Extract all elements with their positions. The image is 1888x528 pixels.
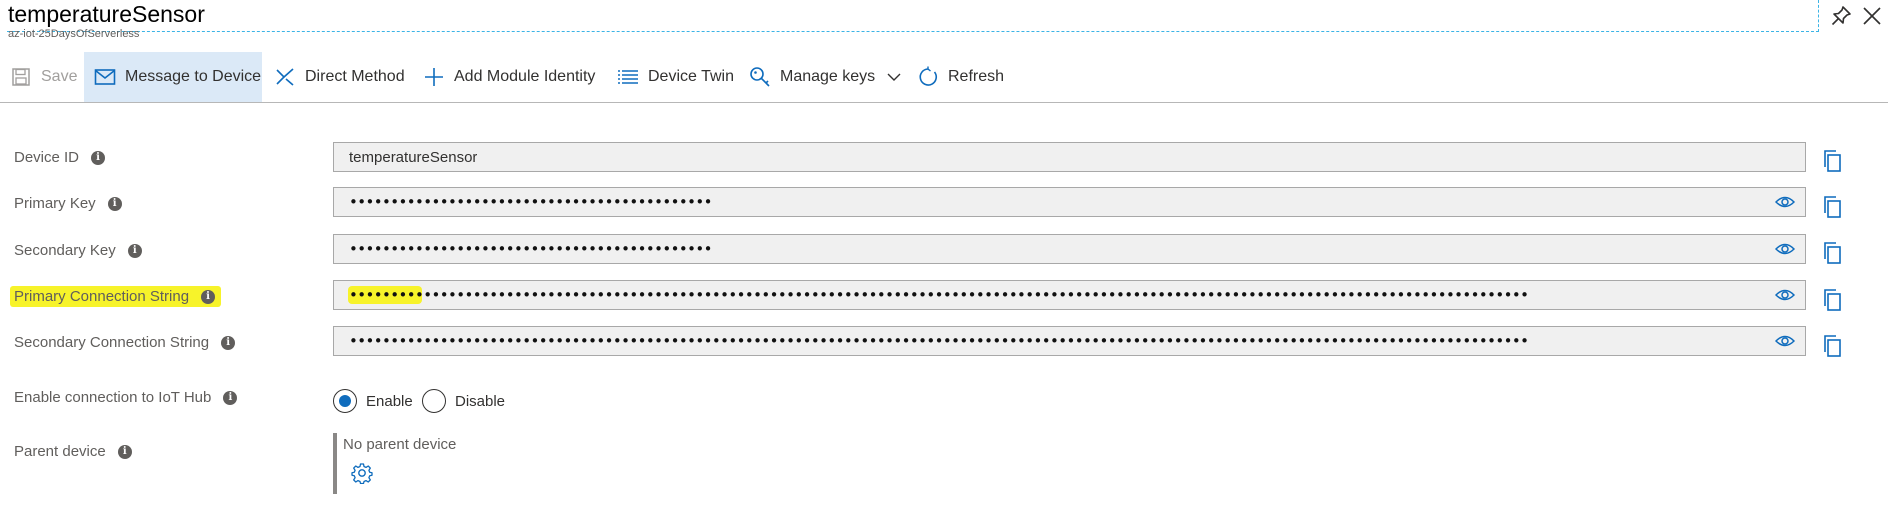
save-icon [10,66,32,88]
pin-icon[interactable] [1829,4,1853,28]
secondary-key-label: Secondary Key i [14,242,142,259]
direct-method-button[interactable]: Direct Method [274,52,405,102]
refresh-label: Refresh [948,68,1005,85]
secondary-connection-string-label-text: Secondary Connection String [14,334,210,351]
info-icon[interactable]: i [201,289,216,304]
primary-key-field[interactable]: ••••••••••••••••••••••••••••••••••••••••… [333,187,1806,217]
primary-key-label-text: Primary Key [14,195,96,212]
plus-icon [423,66,445,88]
secondary-key-field[interactable]: ••••••••••••••••••••••••••••••••••••••••… [333,234,1806,264]
page-title: temperatureSensor [8,1,205,27]
copy-icon[interactable] [1822,241,1842,265]
radio-checked-icon [333,389,357,413]
primary-connection-string-label: Primary Connection String i [10,286,222,307]
message-to-device-button[interactable]: Message to Device [84,52,262,102]
eye-icon[interactable] [1775,333,1795,349]
key-icon [749,66,771,88]
primary-connection-string-field[interactable]: ••••••••••••••••••••••••••••••••••••••••… [333,280,1806,310]
enable-radio[interactable]: Enable [333,389,413,413]
info-icon[interactable]: i [221,335,236,350]
copy-icon[interactable] [1822,195,1842,219]
info-icon[interactable]: i [223,390,238,405]
copy-icon[interactable] [1822,334,1842,358]
info-icon[interactable]: i [107,196,122,211]
message-to-device-label: Message to Device [125,68,262,85]
info-icon[interactable]: i [127,243,142,258]
envelope-icon [94,66,116,88]
device-id-field[interactable]: temperatureSensor [333,142,1806,172]
secondary-connection-string-value: ••••••••••••••••••••••••••••••••••••••••… [349,332,1529,350]
gear-icon[interactable] [351,462,373,484]
primary-key-label: Primary Key i [14,195,122,212]
close-icon[interactable] [1860,4,1884,28]
copy-icon[interactable] [1822,288,1842,312]
enable-connection-label-text: Enable connection to IoT Hub [14,389,212,406]
add-module-identity-label: Add Module Identity [454,68,596,85]
secondary-connection-string-field[interactable]: ••••••••••••••••••••••••••••••••••••••••… [333,326,1806,356]
secondary-key-value: ••••••••••••••••••••••••••••••••••••••••… [349,240,712,258]
direct-method-label: Direct Method [305,68,405,85]
eye-icon[interactable] [1775,241,1795,257]
enable-radio-label: Enable [366,392,413,410]
device-twin-label: Device Twin [648,68,734,85]
device-twin-button[interactable]: Device Twin [617,52,734,102]
command-bar: Save Message to Device Direct Method Add… [0,52,1888,103]
radio-unchecked-icon [422,389,446,413]
manage-keys-button[interactable]: Manage keys [749,52,901,102]
refresh-button[interactable]: Refresh [917,52,1004,102]
chevron-down-icon [887,72,901,82]
save-label: Save [41,68,78,85]
manage-keys-label: Manage keys [780,68,876,85]
primary-connection-string-label-text: Primary Connection String [14,288,190,305]
info-icon[interactable]: i [91,150,106,165]
eye-icon[interactable] [1775,287,1795,303]
secondary-connection-string-label: Secondary Connection String i [14,334,236,351]
page-subtitle: az-iot-25DaysOfServerless [8,28,140,40]
refresh-icon [917,66,939,88]
device-id-label: Device ID i [14,149,106,166]
direct-method-icon [274,66,296,88]
parent-device-value: No parent device [343,436,457,453]
copy-icon[interactable] [1822,149,1842,173]
disable-radio-label: Disable [455,392,506,410]
primary-connection-string-value: ••••••••••••••••••••••••••••••••••••••••… [349,286,1529,304]
save-button[interactable]: Save [10,52,77,102]
primary-key-value: ••••••••••••••••••••••••••••••••••••••••… [349,193,712,211]
device-id-label-text: Device ID [14,149,80,166]
enable-connection-label: Enable connection to IoT Hub i [14,389,238,406]
parent-device-bar [333,433,337,494]
disable-radio[interactable]: Disable [422,389,505,413]
eye-icon[interactable] [1775,194,1795,210]
info-icon[interactable]: i [117,444,132,459]
parent-device-label-text: Parent device [14,443,106,460]
title-box [7,0,1819,32]
secondary-key-label-text: Secondary Key [14,242,116,259]
list-icon [617,66,639,88]
device-id-value: temperatureSensor [349,148,478,166]
add-module-identity-button[interactable]: Add Module Identity [423,52,595,102]
parent-device-label: Parent device i [14,443,132,460]
